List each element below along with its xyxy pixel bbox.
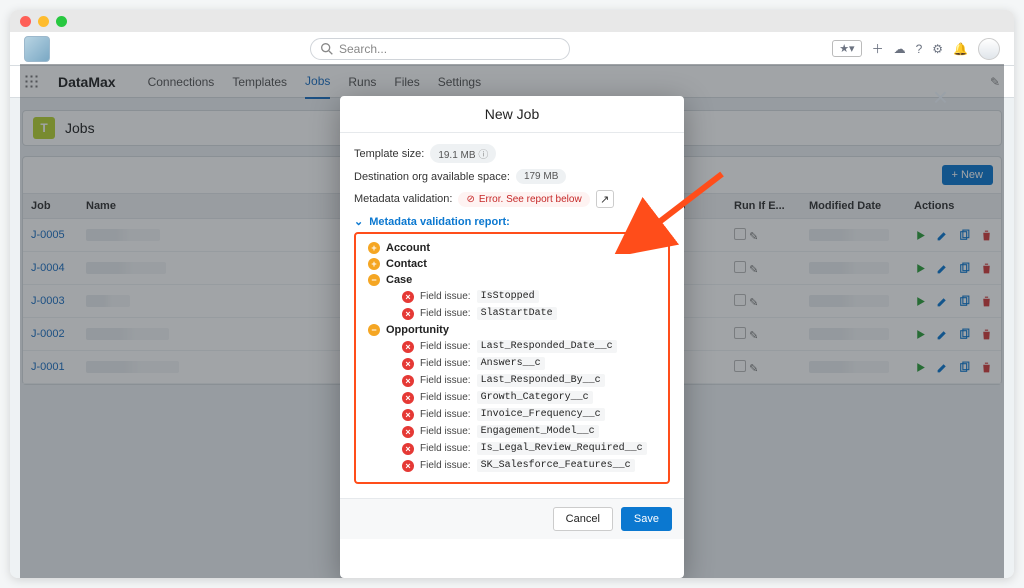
new-job-modal: New Job Template size: 19.1 MB ⓘ Destina…: [340, 96, 684, 578]
cancel-button[interactable]: Cancel: [553, 507, 613, 531]
tree-issue: ×Field issue: Last_Responded_By__c: [360, 372, 664, 389]
tree-node[interactable]: +Contact: [360, 256, 664, 272]
tree-issue: ×Field issue: Invoice_Frequency__c: [360, 406, 664, 423]
help-icon[interactable]: ?: [916, 42, 923, 56]
metadata-validation-error: ⊘ Error. See report below: [458, 192, 589, 207]
close-dot[interactable]: [20, 16, 31, 27]
tree-issue: ×Field issue: SK_Salesforce_Features__c: [360, 457, 664, 474]
tree-issue: ×Field issue: Growth_Category__c: [360, 389, 664, 406]
tree-issue: ×Field issue: SlaStartDate: [360, 305, 664, 322]
report-section-toggle[interactable]: ⌄ Metadata validation report:: [354, 215, 670, 228]
popout-icon[interactable]: ↗: [596, 190, 614, 208]
tree-node[interactable]: −Case: [360, 272, 664, 288]
topbar: Search... ★▾ ＋ ☁ ? ⚙ 🔔: [10, 32, 1014, 66]
tree-issue: ×Field issue: Answers__c: [360, 355, 664, 372]
validation-report-tree: +Account+Contact−Case×Field issue: IsSto…: [354, 232, 670, 484]
modal-overlay: × New Job Template size: 19.1 MB ⓘ Desti…: [20, 64, 1004, 578]
tree-issue: ×Field issue: Last_Responded_Date__c: [360, 338, 664, 355]
modal-close-icon[interactable]: ×: [933, 82, 948, 113]
gear-icon[interactable]: ⚙: [932, 42, 943, 56]
min-dot[interactable]: [38, 16, 49, 27]
search-placeholder: Search...: [339, 42, 387, 56]
template-size-label: Template size:: [354, 148, 424, 160]
search-input[interactable]: Search...: [310, 38, 570, 60]
dest-space-label: Destination org available space:: [354, 171, 510, 183]
modal-title: New Job: [340, 96, 684, 133]
dest-space-value: 179 MB: [516, 169, 566, 184]
save-button[interactable]: Save: [621, 507, 672, 531]
app-logo: [24, 36, 50, 62]
tree-issue: ×Field issue: Engagement_Model__c: [360, 423, 664, 440]
plus-icon[interactable]: ＋: [872, 40, 884, 57]
tree-issue: ×Field issue: IsStopped: [360, 288, 664, 305]
bell-icon[interactable]: 🔔: [953, 42, 968, 56]
tree-issue: ×Field issue: Is_Legal_Review_Required__…: [360, 440, 664, 457]
mac-titlebar: [10, 10, 1014, 32]
tree-node[interactable]: +Account: [360, 240, 664, 256]
metadata-validation-label: Metadata validation:: [354, 193, 452, 205]
template-size-value: 19.1 MB ⓘ: [430, 144, 496, 163]
max-dot[interactable]: [56, 16, 67, 27]
tree-node[interactable]: −Opportunity: [360, 322, 664, 338]
chevron-down-icon: ⌄: [354, 215, 363, 228]
favorites-menu[interactable]: ★▾: [832, 40, 861, 57]
user-avatar[interactable]: [978, 38, 1000, 60]
cloud-icon[interactable]: ☁: [894, 42, 906, 56]
